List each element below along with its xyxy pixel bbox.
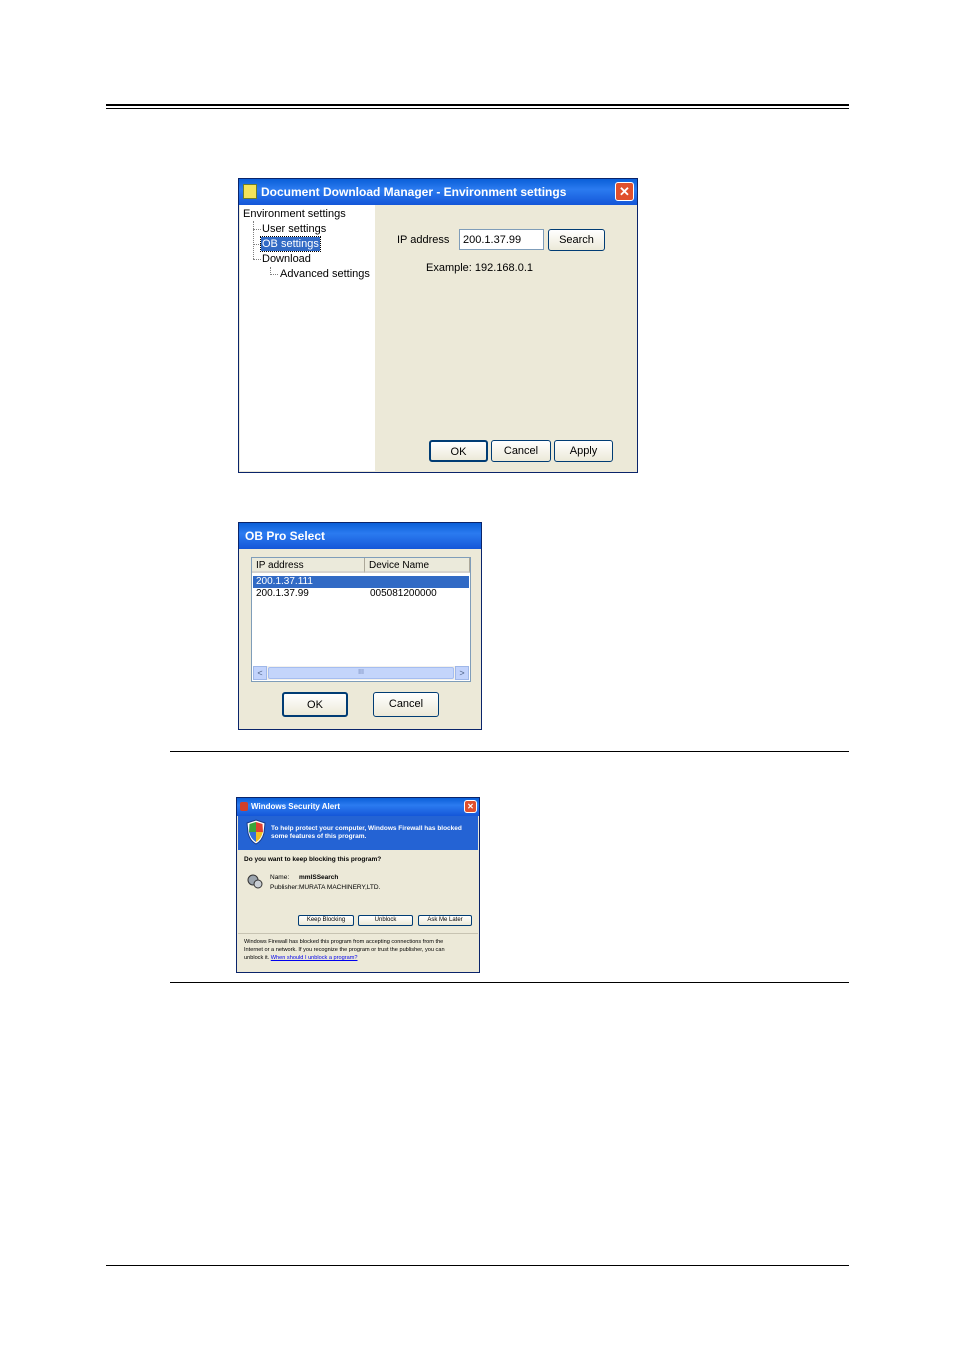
title-bar[interactable]: Document Download Manager - Environment … bbox=[239, 179, 637, 205]
prompt-question: Do you want to keep blocking this progra… bbox=[244, 856, 382, 863]
apply-button-label: Apply bbox=[569, 445, 598, 457]
close-button[interactable]: ✕ bbox=[615, 182, 634, 201]
ok-button[interactable]: OK bbox=[282, 692, 348, 717]
cancel-button-label: Cancel bbox=[503, 445, 539, 457]
banner-text-line1: To help protect your computer, Windows F… bbox=[271, 825, 462, 832]
app-icon bbox=[243, 184, 257, 199]
column-header-ip-label: IP address bbox=[256, 560, 304, 571]
security-alert-dialog: Windows Security Alert ✕ To help protect… bbox=[236, 797, 480, 973]
tree-connector bbox=[253, 221, 254, 259]
window-title: OB Pro Select bbox=[245, 529, 326, 543]
close-icon: ✕ bbox=[467, 802, 474, 811]
column-header-ip[interactable]: IP address bbox=[252, 558, 365, 573]
cancel-button-label: Cancel bbox=[388, 698, 424, 710]
tree-connector bbox=[270, 274, 278, 275]
tree-connector bbox=[253, 259, 261, 260]
footer-line: unblock it. bbox=[244, 955, 270, 961]
section-divider bbox=[170, 751, 849, 752]
program-name: mmlSSearch bbox=[299, 874, 339, 881]
ob-pro-select-dialog: OB Pro Select IP address Device Name 200… bbox=[238, 522, 482, 730]
footer-line: Internet or a network. If you recognize … bbox=[244, 947, 445, 953]
column-header-device[interactable]: Device Name bbox=[365, 558, 470, 573]
ip-address-label: IP address bbox=[397, 234, 450, 246]
footer-rule bbox=[106, 1265, 849, 1266]
tree-connector bbox=[253, 244, 261, 245]
alert-banner: To help protect your computer, Windows F… bbox=[238, 816, 478, 850]
ip-cell: 200.1.37.99 bbox=[256, 588, 309, 599]
close-icon: ✕ bbox=[619, 184, 630, 199]
tree-connector bbox=[253, 229, 261, 230]
unblock-label: Unblock bbox=[374, 917, 397, 923]
shield-icon bbox=[246, 819, 266, 845]
shield-small-icon bbox=[240, 802, 248, 811]
close-button[interactable]: ✕ bbox=[464, 800, 477, 813]
tree-root[interactable]: Environment settings bbox=[243, 207, 346, 221]
scroll-left-button[interactable]: < bbox=[253, 666, 267, 680]
title-bar[interactable]: Windows Security Alert bbox=[237, 798, 479, 816]
keep-blocking-button[interactable]: Keep Blocking bbox=[298, 915, 354, 926]
ask-me-later-label: Ask Me Later bbox=[427, 917, 463, 923]
tree-item-ob-settings[interactable]: OB settings bbox=[260, 236, 321, 252]
settings-tree: Environment settings User settings OB se… bbox=[240, 205, 375, 471]
publisher-label: Publisher: bbox=[270, 884, 299, 891]
keep-blocking-label: Keep Blocking bbox=[306, 917, 346, 923]
cancel-button[interactable]: Cancel bbox=[491, 440, 551, 462]
program-icon bbox=[247, 874, 263, 889]
header-rule-top bbox=[106, 104, 849, 106]
header-rule-bottom bbox=[106, 108, 849, 109]
ok-button-label: OK bbox=[307, 699, 323, 711]
section-divider bbox=[170, 982, 849, 983]
table-row[interactable]: 200.1.37.99 005081200000 bbox=[253, 588, 469, 600]
ip-example-text: Example: 192.168.0.1 bbox=[426, 262, 534, 274]
window-title: Windows Security Alert bbox=[251, 802, 340, 811]
publisher-name: MURATA MACHINERY,LTD. bbox=[299, 884, 381, 891]
chevron-left-icon: < bbox=[257, 668, 263, 678]
footer-text: Windows Firewall has blocked this progra… bbox=[244, 938, 476, 962]
ip-cell: 200.1.37.111 bbox=[256, 576, 313, 587]
cancel-button[interactable]: Cancel bbox=[373, 692, 439, 717]
horizontal-scrollbar[interactable]: < III > bbox=[253, 666, 469, 680]
grip-icon: III bbox=[358, 669, 364, 676]
scroll-right-button[interactable]: > bbox=[455, 666, 469, 680]
search-button[interactable]: Search bbox=[548, 229, 605, 251]
tree-item-advanced-settings[interactable]: Advanced settings bbox=[280, 267, 370, 281]
window-title: Document Download Manager - Environment … bbox=[261, 185, 567, 199]
title-bar[interactable]: OB Pro Select bbox=[239, 523, 481, 549]
ask-me-later-button[interactable]: Ask Me Later bbox=[418, 915, 472, 926]
apply-button[interactable]: Apply bbox=[554, 440, 613, 462]
ok-button[interactable]: OK bbox=[429, 440, 488, 462]
name-label: Name: bbox=[270, 874, 290, 881]
chevron-right-icon: > bbox=[459, 668, 465, 678]
help-link[interactable]: When should I unblock a program? bbox=[271, 955, 358, 961]
table-row[interactable]: 200.1.37.111 bbox=[253, 576, 469, 588]
tree-item-user-settings[interactable]: User settings bbox=[262, 222, 326, 236]
unblock-button[interactable]: Unblock bbox=[358, 915, 413, 926]
footer-line: Windows Firewall has blocked this progra… bbox=[244, 939, 444, 945]
ip-address-input[interactable] bbox=[459, 229, 544, 250]
ok-button-label: OK bbox=[450, 446, 467, 458]
column-header-device-label: Device Name bbox=[369, 560, 430, 571]
scroll-thumb[interactable]: III bbox=[268, 667, 454, 679]
tree-item-download[interactable]: Download bbox=[262, 252, 311, 266]
device-list[interactable]: IP address Device Name 200.1.37.111 200.… bbox=[251, 557, 471, 682]
banner-text-line2: some features of this program. bbox=[271, 833, 367, 840]
environment-settings-dialog: Document Download Manager - Environment … bbox=[238, 178, 638, 473]
device-cell: 005081200000 bbox=[370, 588, 437, 599]
search-button-label: Search bbox=[559, 234, 594, 246]
footer-divider bbox=[238, 933, 478, 934]
